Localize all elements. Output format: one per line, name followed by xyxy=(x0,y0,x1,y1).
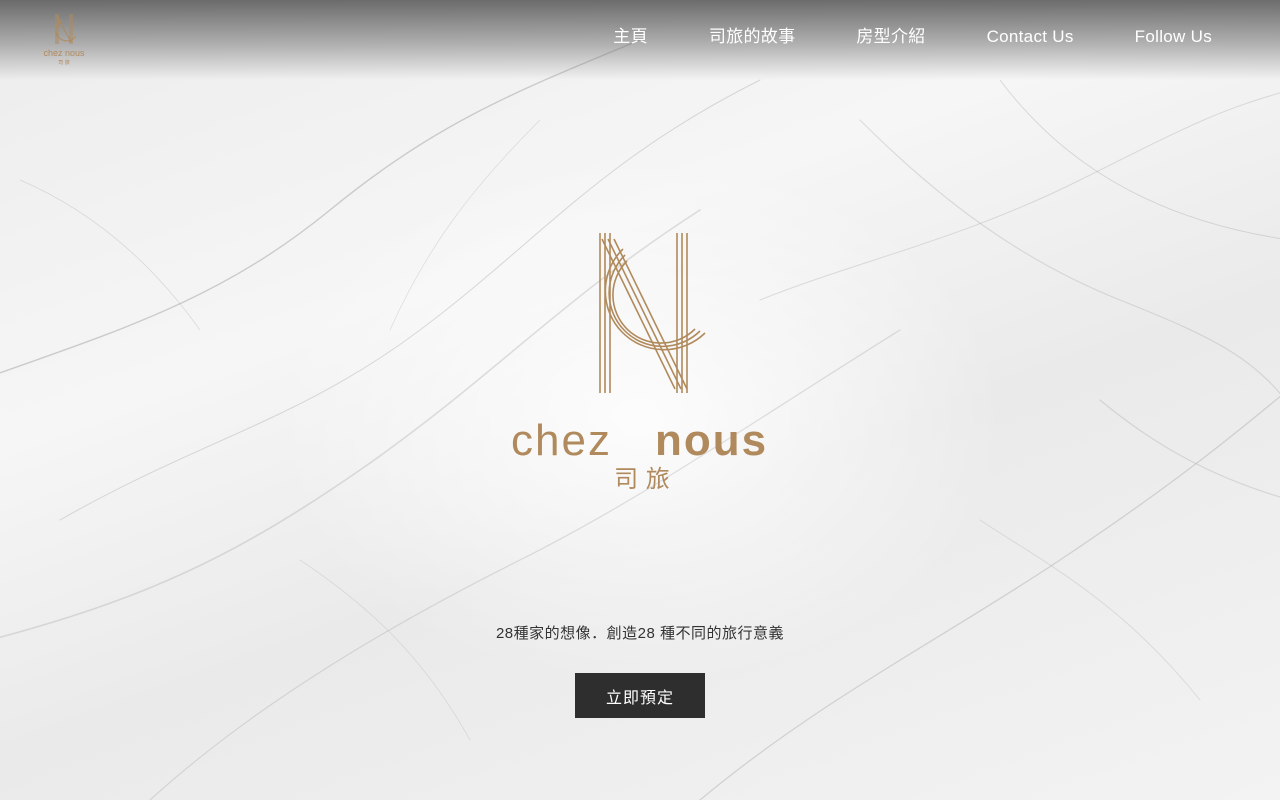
nav-item-rooms[interactable]: 房型介紹 xyxy=(856,26,925,48)
top-navigation-bar: chez nous 司 旅 主頁 司旅的故事 房型介紹 Contact Us F… xyxy=(0,0,1280,80)
nav-item-contact[interactable]: Contact Us xyxy=(987,26,1074,48)
nav-item-follow[interactable]: Follow Us xyxy=(1135,26,1212,48)
hero-wordmark-chinese: 司 旅 xyxy=(614,465,670,493)
small-logo-chinese: 司 旅 xyxy=(58,59,70,66)
small-logo-wordmark: chez nous xyxy=(43,48,85,58)
landing-page: chez nous 司 旅 主頁 司旅的故事 房型介紹 Contact Us F… xyxy=(0,0,1280,800)
nav-item-story[interactable]: 司旅的故事 xyxy=(709,26,796,48)
hero-wordmark-nous: nous xyxy=(655,416,768,465)
small-brand-logo[interactable]: chez nous 司 旅 xyxy=(36,10,92,66)
hero-tagline: 28種家的想像．創造28 種不同的旅行意義 xyxy=(495,625,785,642)
main-menu: 主頁 司旅的故事 房型介紹 Contact Us Follow Us xyxy=(613,26,1212,48)
hero-brand-logo: chez nous 司 旅 xyxy=(511,233,768,493)
book-now-button[interactable]: 立即預定 xyxy=(575,673,705,718)
nav-item-home[interactable]: 主頁 xyxy=(613,26,648,48)
hero-wordmark-chez: chez xyxy=(511,416,612,465)
